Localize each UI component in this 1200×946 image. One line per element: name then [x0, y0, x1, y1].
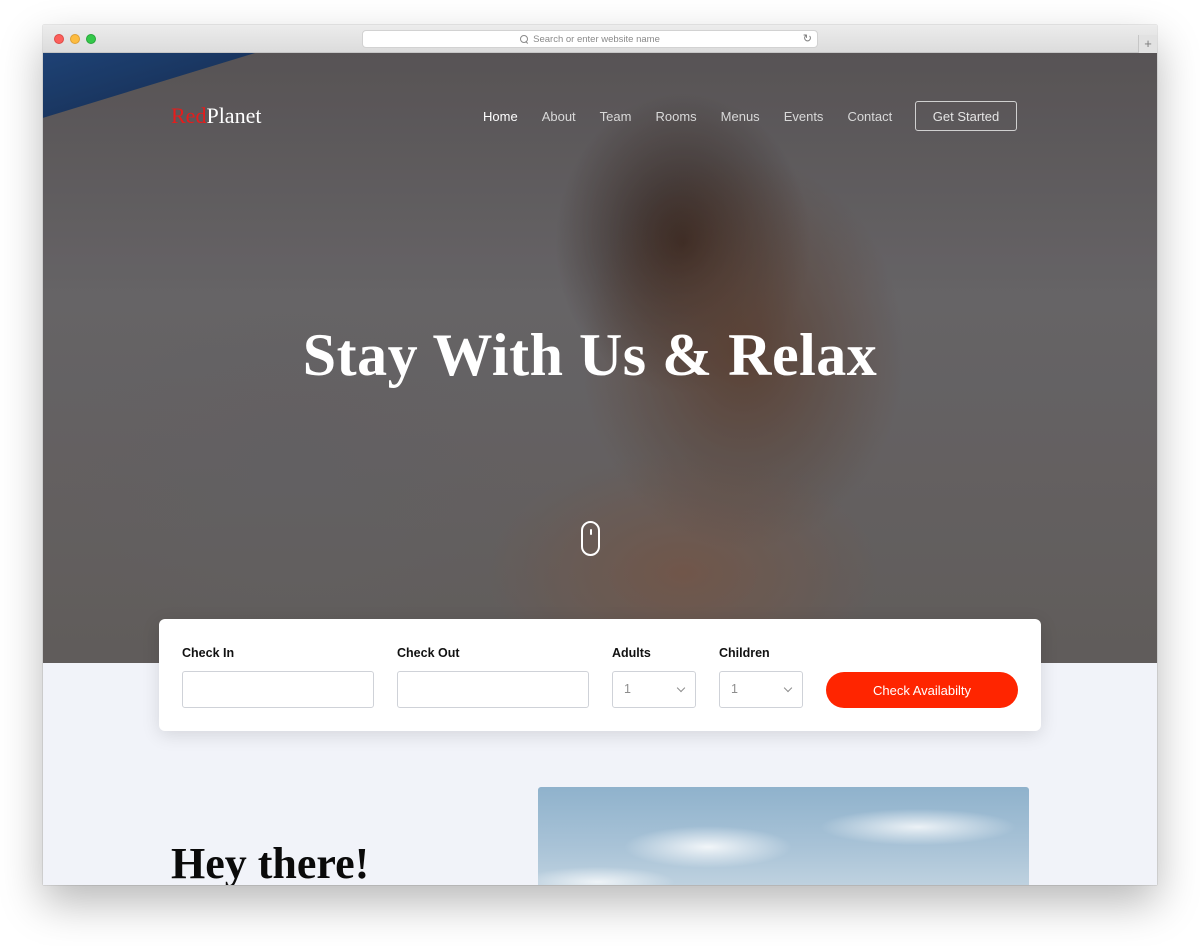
logo-red-text: Red: [171, 103, 207, 128]
nav-menus[interactable]: Menus: [721, 109, 760, 125]
nav-home[interactable]: Home: [483, 109, 518, 125]
close-window-button[interactable]: [54, 34, 64, 44]
logo-white-text: Planet: [206, 103, 262, 128]
adults-value: 1: [624, 682, 631, 696]
browser-titlebar: Search or enter website name ↻ +: [43, 25, 1157, 53]
nav-team[interactable]: Team: [600, 109, 632, 125]
nav-rooms[interactable]: Rooms: [655, 109, 696, 125]
children-label: Children: [719, 646, 770, 660]
booking-form: Check In Check Out Adults 1 Children 1 C…: [159, 619, 1041, 731]
nav-about[interactable]: About: [542, 109, 576, 125]
site-logo[interactable]: RedPlanet: [171, 103, 261, 129]
check-out-label: Check Out: [397, 646, 460, 660]
check-availability-button[interactable]: Check Availabilty: [826, 672, 1018, 708]
minimize-window-button[interactable]: [70, 34, 80, 44]
intro-heading: Hey there!: [171, 839, 370, 885]
adults-label: Adults: [612, 646, 651, 660]
nav-contact[interactable]: Contact: [847, 109, 892, 125]
main-nav: Home About Team Rooms Menus Events Conta…: [483, 109, 916, 125]
browser-window: Search or enter website name ↻ + RedPlan…: [43, 25, 1157, 885]
sky-image: [538, 787, 1029, 885]
adults-select[interactable]: 1: [612, 671, 696, 708]
chevron-down-icon: [783, 683, 793, 693]
new-tab-button[interactable]: +: [1138, 35, 1157, 53]
check-in-label: Check In: [182, 646, 235, 660]
children-value: 1: [731, 682, 738, 696]
address-bar-placeholder: Search or enter website name: [533, 33, 660, 45]
get-started-button[interactable]: Get Started: [915, 101, 1017, 131]
maximize-window-button[interactable]: [86, 34, 96, 44]
search-icon: [520, 34, 529, 44]
chevron-down-icon: [676, 683, 686, 693]
check-out-input[interactable]: [397, 671, 589, 708]
reload-icon[interactable]: ↻: [803, 33, 812, 45]
nav-events[interactable]: Events: [784, 109, 824, 125]
address-bar[interactable]: Search or enter website name ↻: [362, 30, 818, 48]
check-in-input[interactable]: [182, 671, 374, 708]
mouse-icon[interactable]: [581, 521, 600, 556]
hero-section: RedPlanet Home About Team Rooms Menus Ev…: [43, 53, 1157, 663]
hero-title: Stay With Us & Relax: [302, 322, 878, 388]
children-select[interactable]: 1: [719, 671, 803, 708]
